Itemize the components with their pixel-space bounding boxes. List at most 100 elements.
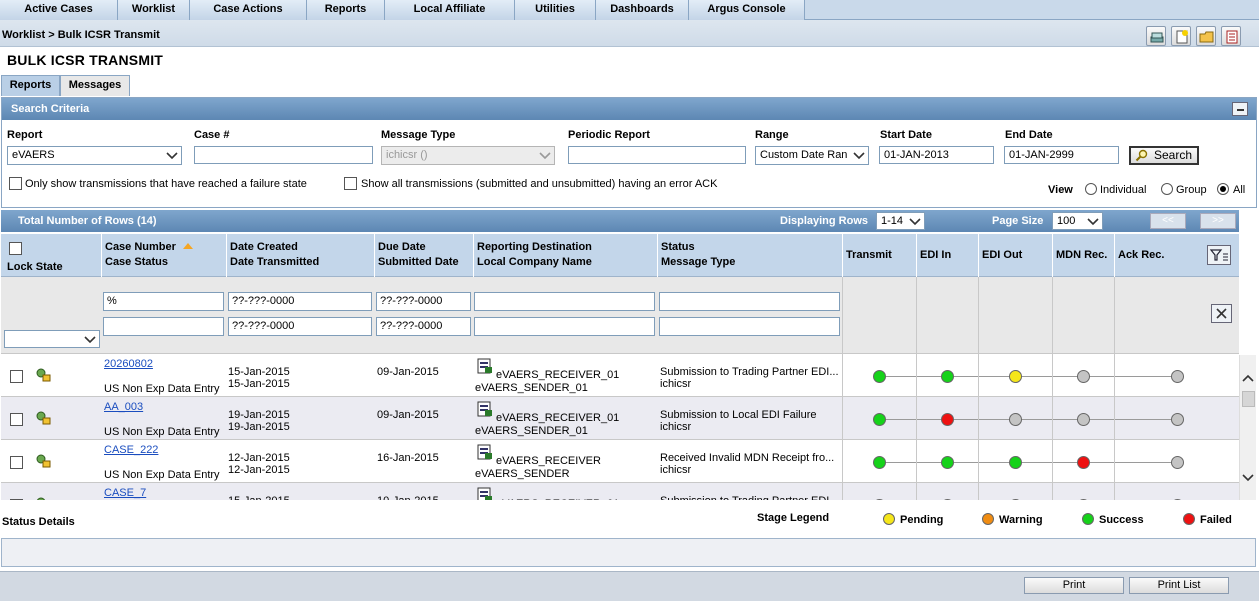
failure-only-checkbox[interactable] <box>9 177 22 190</box>
stage-failed-dot-icon[interactable] <box>1077 456 1090 469</box>
failure-only-label: Only show transmissions that have reache… <box>25 178 307 190</box>
col-due-date[interactable]: Due Date Submitted Date <box>375 234 474 277</box>
table-row[interactable]: CASE_222 US Non Exp Data Entry 12-Jan-2015… <box>1 440 1239 483</box>
case-number-input[interactable] <box>194 146 373 164</box>
col-reporting-destination[interactable]: Reporting Destination Local Company Name <box>474 234 658 277</box>
nav-tab-argus-console[interactable]: Argus Console <box>689 0 805 20</box>
stage-none-dot-icon[interactable] <box>1171 499 1184 500</box>
print-button[interactable]: Print <box>1024 577 1124 594</box>
case-number-filter[interactable]: % <box>103 292 224 311</box>
toolbar-button-new[interactable] <box>1171 26 1191 46</box>
case-number-link[interactable]: AA_003 <box>104 401 143 414</box>
search-button[interactable]: Search <box>1129 146 1199 165</box>
lock-state-filter[interactable] <box>4 330 100 348</box>
end-date-input[interactable]: 01-JAN-2999 <box>1004 146 1119 164</box>
date-transmitted-filter[interactable]: ??-???-0000 <box>228 317 372 336</box>
stage-none-dot-icon[interactable] <box>1171 413 1184 426</box>
stage-success-dot-icon[interactable] <box>1009 456 1022 469</box>
view-all-radio[interactable] <box>1217 183 1229 195</box>
stage-none-dot-icon[interactable] <box>1077 413 1090 426</box>
row-checkbox[interactable] <box>10 413 23 426</box>
stage-success-dot-icon[interactable] <box>941 499 954 500</box>
row-checkbox[interactable] <box>10 370 23 383</box>
nav-tab-reports[interactable]: Reports <box>307 0 385 20</box>
page-size-value: 100 <box>1057 215 1076 227</box>
stage-connector <box>879 462 1177 463</box>
tab-reports[interactable]: Reports <box>1 75 60 96</box>
table-row[interactable]: CASE_7 15-Jan-2015 10-Jan-2015 eVAERS_RECEI… <box>1 483 1239 500</box>
error-ack-checkbox[interactable] <box>344 177 357 190</box>
chevron-down-icon <box>1087 218 1099 226</box>
toolbar-button-list[interactable] <box>1221 26 1241 46</box>
stage-none-dot-icon[interactable] <box>1077 499 1090 500</box>
col-status[interactable]: Status Message Type <box>658 234 843 277</box>
next-page-button[interactable]: >> <box>1200 213 1236 229</box>
col-date-created[interactable]: Date Created Date Transmitted <box>227 234 375 277</box>
submitted-date-filter[interactable]: ??-???-0000 <box>376 317 471 336</box>
nav-tab-active-cases[interactable]: Active Cases <box>0 0 118 20</box>
clear-filter-button[interactable] <box>1211 304 1232 323</box>
case-number-link[interactable]: CASE_7 <box>104 487 146 500</box>
stage-failed-dot-icon[interactable] <box>1009 499 1022 500</box>
status-filter[interactable] <box>659 292 840 311</box>
col-lock-label: Lock State <box>7 261 63 273</box>
toolbar-button-open[interactable] <box>1196 26 1216 46</box>
case-status-filter[interactable] <box>103 317 224 336</box>
view-individual-radio[interactable] <box>1085 183 1097 195</box>
due-date-filter[interactable]: ??-???-0000 <box>376 292 471 311</box>
stage-success-dot-icon[interactable] <box>873 370 886 383</box>
stage-none-dot-icon[interactable] <box>1171 370 1184 383</box>
table-row[interactable]: AA_003 US Non Exp Data Entry 19-Jan-2015 19… <box>1 397 1239 440</box>
stage-success-dot-icon[interactable] <box>873 413 886 426</box>
scroll-thumb[interactable] <box>1242 391 1255 407</box>
stage-failed-dot-icon[interactable] <box>941 413 954 426</box>
periodic-report-input[interactable] <box>568 146 746 164</box>
toolbar-button-print[interactable] <box>1146 26 1166 46</box>
stage-none-dot-icon[interactable] <box>1171 456 1184 469</box>
nav-tab-local-affiliate[interactable]: Local Affiliate <box>385 0 515 20</box>
destination-icon <box>477 487 493 500</box>
stage-success-dot-icon[interactable] <box>941 370 954 383</box>
case-number-link[interactable]: 20260802 <box>104 358 153 371</box>
col-edi-in: EDI In <box>917 234 979 277</box>
periodic-report-label: Periodic Report <box>568 129 650 141</box>
prev-page-button[interactable]: << <box>1150 213 1186 229</box>
lock-state-icon <box>34 366 52 388</box>
table-row[interactable]: 20260802 US Non Exp Data Entry 15-Jan-2015… <box>1 354 1239 397</box>
stage-success-dot-icon[interactable] <box>873 456 886 469</box>
page-size-select[interactable]: 100 <box>1052 212 1103 230</box>
nav-tab-utilities[interactable]: Utilities <box>515 0 596 20</box>
displaying-rows-select[interactable]: 1-14 <box>876 212 925 230</box>
stage-success-dot-icon[interactable] <box>873 499 886 500</box>
collapse-icon[interactable] <box>1232 102 1248 116</box>
stage-success-dot-icon[interactable] <box>941 456 954 469</box>
row-checkbox[interactable] <box>10 456 23 469</box>
row-checkbox[interactable] <box>10 499 23 500</box>
col-local-company-label: Local Company Name <box>477 256 592 268</box>
print-list-button[interactable]: Print List <box>1129 577 1229 594</box>
reporting-destination-filter[interactable] <box>474 292 655 311</box>
local-company-filter[interactable] <box>474 317 655 336</box>
start-date-input[interactable]: 01-JAN-2013 <box>879 146 994 164</box>
col-case-number[interactable]: Case Number Case Status <box>102 234 227 277</box>
report-select[interactable]: eVAERS <box>7 146 182 165</box>
filter-toggle-button[interactable] <box>1207 245 1231 265</box>
grid-scrollbar[interactable] <box>1239 355 1256 500</box>
message-type-filter[interactable] <box>659 317 840 336</box>
case-number-link[interactable]: CASE_222 <box>104 444 158 457</box>
stage-none-dot-icon[interactable] <box>1009 413 1022 426</box>
date-created-filter[interactable]: ??-???-0000 <box>228 292 372 311</box>
nav-tab-worklist[interactable]: Worklist <box>118 0 190 20</box>
message-type-select[interactable]: ichicsr () <box>381 146 555 165</box>
nav-tab-dashboards[interactable]: Dashboards <box>596 0 689 20</box>
select-all-checkbox[interactable] <box>9 242 22 255</box>
stage-pending-dot-icon[interactable] <box>1009 370 1022 383</box>
tab-messages[interactable]: Messages <box>60 75 130 96</box>
stage-none-dot-icon[interactable] <box>1077 370 1090 383</box>
report-select-value: eVAERS <box>12 149 55 161</box>
view-group-radio[interactable] <box>1161 183 1173 195</box>
nav-tab-case-actions[interactable]: Case Actions <box>190 0 307 20</box>
range-select[interactable]: Custom Date Ran <box>755 146 869 165</box>
chevron-down-icon <box>84 336 96 344</box>
case-status: US Non Exp Data Entry <box>104 383 220 395</box>
